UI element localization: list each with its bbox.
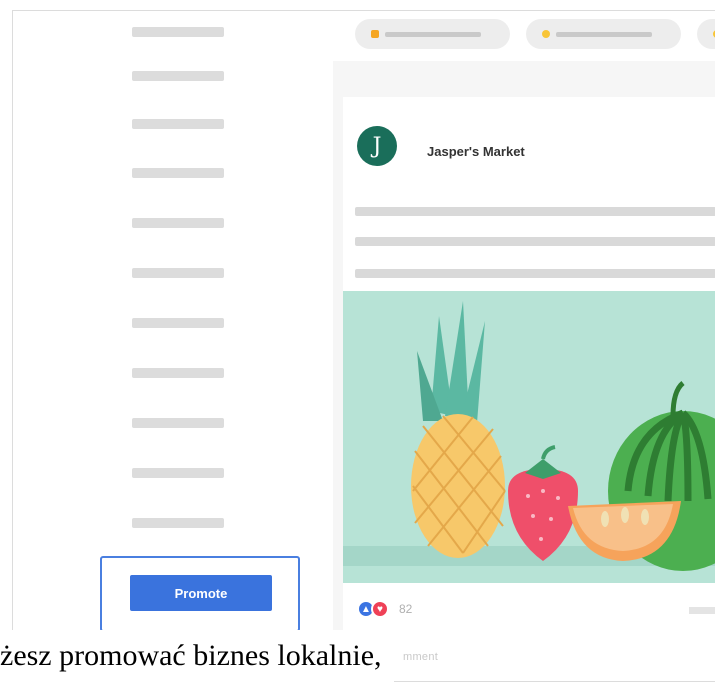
- chip-label-placeholder: [556, 32, 652, 37]
- reaction-summary[interactable]: ▲ ♥ 82: [357, 599, 412, 619]
- sidebar-item[interactable]: [132, 518, 224, 528]
- love-icon: ♥: [371, 600, 389, 618]
- sidebar-item[interactable]: [132, 218, 224, 228]
- post-card: J Jasper's Market ▲ ♥ 82: [343, 97, 715, 681]
- share-count-placeholder: [689, 607, 715, 614]
- reaction-count: 82: [399, 602, 413, 616]
- caption-text: żesz promować biznes lokalnie,: [0, 630, 394, 682]
- sidebar-item[interactable]: [132, 27, 224, 37]
- page-name[interactable]: Jasper's Market: [427, 144, 525, 159]
- promote-highlight: Promote: [100, 556, 300, 632]
- chip-dot-icon: [371, 30, 379, 38]
- sidebar-item[interactable]: [132, 468, 224, 478]
- filter-chip[interactable]: [355, 19, 510, 49]
- promote-button[interactable]: Promote: [130, 575, 272, 611]
- pineapple-leaves: [417, 301, 485, 423]
- filter-chip[interactable]: [697, 19, 715, 49]
- post-text-placeholder: [355, 269, 715, 278]
- filter-chip[interactable]: [526, 19, 681, 49]
- avatar[interactable]: J: [357, 126, 397, 166]
- chip-dot-icon: [542, 30, 550, 38]
- sidebar-item[interactable]: [132, 318, 224, 328]
- sidebar-item[interactable]: [132, 268, 224, 278]
- sidebar: Promote: [13, 11, 333, 681]
- filter-bar: [333, 11, 715, 61]
- pineapple: [411, 414, 506, 558]
- post-image[interactable]: [343, 291, 715, 583]
- post-text-placeholder: [355, 207, 715, 216]
- sidebar-item[interactable]: [132, 418, 224, 428]
- comment-action[interactable]: mment: [403, 651, 438, 663]
- sidebar-item[interactable]: [132, 168, 224, 178]
- sidebar-item[interactable]: [132, 71, 224, 81]
- fruit-illustration: [343, 301, 715, 571]
- sidebar-item[interactable]: [132, 368, 224, 378]
- sidebar-item[interactable]: [132, 119, 224, 129]
- ad-preview-frame: Promote J Jasper's Market ▲ ♥ 82 mment: [12, 10, 715, 682]
- strawberry: [508, 445, 578, 561]
- post-text-placeholder: [355, 237, 715, 246]
- chip-label-placeholder: [385, 32, 481, 37]
